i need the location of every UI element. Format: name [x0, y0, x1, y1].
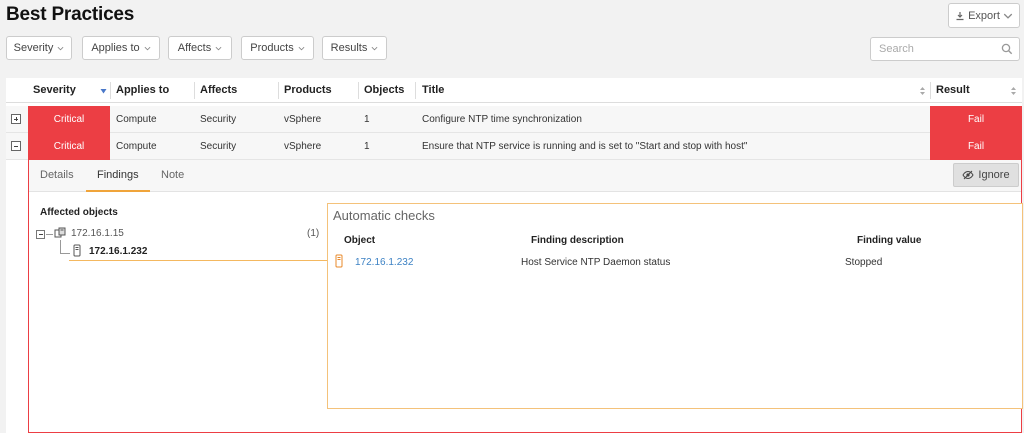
title-cell: Configure NTP time synchronization: [422, 114, 582, 125]
tree-node-child[interactable]: 172.16.1.232: [89, 246, 147, 257]
result-badge: Fail: [930, 133, 1022, 160]
filter-affects-button[interactable]: Affects: [168, 36, 232, 60]
chevron-down-icon: [144, 46, 151, 50]
result-badge: Fail: [930, 106, 1022, 133]
selection-connector: [69, 260, 327, 261]
affects-cell: Security: [200, 114, 237, 125]
filter-label: Applies to: [91, 42, 140, 54]
column-header-severity[interactable]: Severity: [33, 78, 76, 103]
filter-severity-button[interactable]: Severity: [6, 36, 72, 60]
column-divider: [415, 82, 416, 99]
search-box: [870, 37, 1020, 61]
sort-both-icon[interactable]: [919, 86, 926, 96]
search-input[interactable]: [879, 38, 999, 60]
products-cell: vSphere: [284, 114, 322, 125]
tab-findings[interactable]: Findings: [86, 160, 150, 192]
export-button[interactable]: Export: [948, 3, 1020, 28]
filter-products-button[interactable]: Products: [241, 36, 314, 60]
column-divider: [358, 82, 359, 99]
column-header-result[interactable]: Result: [936, 78, 970, 103]
eye-slash-icon: [962, 170, 974, 180]
finding-value-cell: Stopped: [845, 257, 883, 268]
column-header-applies-to[interactable]: Applies to: [116, 78, 169, 103]
tree-line: [60, 240, 61, 253]
column-header-products[interactable]: Products: [284, 78, 332, 103]
column-header-finding-value: Finding value: [857, 235, 922, 246]
column-divider: [278, 82, 279, 99]
search-icon[interactable]: [1001, 43, 1013, 55]
severity-badge: Critical: [28, 133, 110, 160]
tab-note[interactable]: Note: [161, 160, 184, 192]
ignore-button[interactable]: Ignore: [953, 163, 1019, 187]
objects-cell: 1: [364, 141, 370, 152]
ignore-label: Ignore: [978, 169, 1010, 181]
severity-badge: Critical: [28, 106, 110, 133]
table-row[interactable]: Critical Compute Security vSphere 1 Ensu…: [6, 133, 1022, 160]
tree-collapse-icon[interactable]: [36, 230, 45, 239]
best-practices-table: Severity Applies to Affects Products Obj…: [6, 78, 1023, 433]
tree-node-count: (1): [307, 228, 320, 239]
host-warning-icon: [335, 254, 343, 268]
finding-description-cell: Host Service NTP Daemon status: [521, 257, 671, 268]
filter-label: Products: [250, 42, 294, 54]
table-header: Severity Applies to Affects Products Obj…: [6, 78, 1022, 103]
chevron-down-icon: [298, 46, 305, 50]
column-header-finding-description: Finding description: [531, 235, 624, 246]
chevron-down-icon: [215, 46, 222, 50]
page-title: Best Practices: [6, 4, 135, 25]
automatic-checks-panel: Automatic checks Object Finding descript…: [327, 203, 1023, 409]
column-header-affects[interactable]: Affects: [200, 78, 237, 103]
host-icon: [73, 244, 81, 257]
expand-row-icon[interactable]: [11, 114, 21, 124]
filter-applies-to-button[interactable]: Applies to: [82, 36, 160, 60]
row-detail-panel: Details Findings Note Ignore Affected ob…: [28, 160, 1023, 433]
column-header-title[interactable]: Title: [422, 78, 444, 103]
column-divider: [110, 82, 111, 99]
export-label: Export: [968, 9, 1000, 22]
filter-results-button[interactable]: Results: [322, 36, 387, 60]
host-cluster-icon: [54, 227, 66, 238]
tree-line: [60, 253, 70, 254]
object-link[interactable]: 172.16.1.232: [355, 257, 413, 268]
download-icon: [956, 11, 964, 20]
chevron-down-icon: [57, 46, 64, 50]
column-divider: [194, 82, 195, 99]
column-header-objects[interactable]: Objects: [364, 78, 404, 103]
table-row[interactable]: Critical Compute Security vSphere 1 Conf…: [6, 106, 1022, 133]
column-header-object: Object: [344, 235, 376, 246]
tab-details[interactable]: Details: [40, 160, 74, 192]
title-cell: Ensure that NTP service is running and i…: [422, 141, 748, 152]
products-cell: vSphere: [284, 141, 322, 152]
column-divider: [930, 82, 931, 99]
collapse-row-icon[interactable]: [11, 141, 21, 151]
chevron-down-icon: [1003, 13, 1013, 19]
automatic-checks-title: Automatic checks: [333, 208, 435, 223]
filter-label: Affects: [177, 42, 212, 54]
filter-label: Severity: [13, 42, 54, 54]
detail-tabs: Details Findings Note Ignore: [29, 160, 1021, 192]
affects-cell: Security: [200, 141, 237, 152]
tree-line: [46, 234, 53, 235]
applies-to-cell: Compute: [116, 141, 157, 152]
sort-both-icon[interactable]: [1010, 86, 1017, 96]
applies-to-cell: Compute: [116, 114, 157, 125]
chevron-down-icon: [371, 46, 378, 50]
objects-cell: 1: [364, 114, 370, 125]
tree-node-parent[interactable]: 172.16.1.15: [71, 228, 124, 239]
filter-label: Results: [330, 42, 368, 54]
sort-desc-icon[interactable]: [100, 87, 107, 95]
affected-objects-title: Affected objects: [40, 207, 118, 218]
